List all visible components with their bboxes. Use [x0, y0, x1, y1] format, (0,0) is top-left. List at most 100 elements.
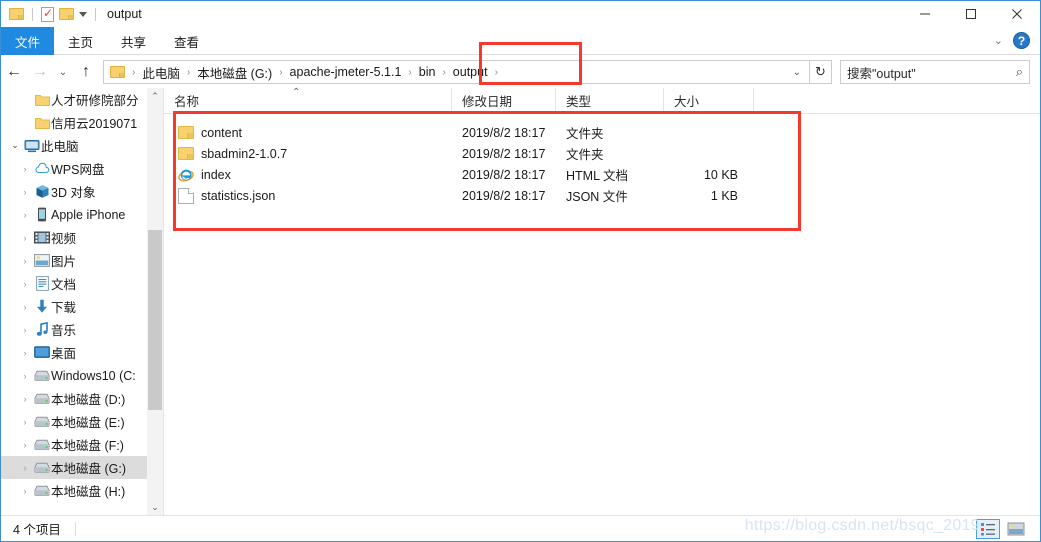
- download-icon: [33, 299, 51, 314]
- cell-type: JSON 文件: [566, 190, 628, 204]
- sidebar-item-label: 此电脑: [41, 140, 79, 154]
- video-icon: [33, 231, 51, 244]
- new-folder-icon[interactable]: [59, 8, 74, 20]
- breadcrumb-item-drive-g[interactable]: 本地磁盘 (G:): [194, 63, 275, 82]
- breadcrumb-item-output[interactable]: output: [450, 65, 491, 79]
- breadcrumb[interactable]: › 此电脑 › 本地磁盘 (G:) › apache-jmeter-5.1.1 …: [103, 60, 810, 84]
- large-icons-view-icon[interactable]: [1004, 519, 1028, 539]
- sidebar-item-7[interactable]: › 图片: [1, 249, 163, 272]
- help-icon[interactable]: ?: [1013, 32, 1030, 49]
- sidebar-item-8[interactable]: › 文档: [1, 272, 163, 295]
- recent-locations-button[interactable]: ⌄: [53, 57, 73, 87]
- drive-icon: [33, 485, 51, 496]
- folder-icon[interactable]: [9, 8, 24, 20]
- sidebar-item-1[interactable]: 信用云2019071: [1, 111, 163, 134]
- scroll-up-icon[interactable]: ⌃: [147, 88, 163, 104]
- cell-date: 2019/8/2 18:17: [462, 125, 546, 140]
- minimize-button[interactable]: [902, 1, 948, 27]
- table-row[interactable]: index 2019/8/2 18:17 HTML 文档 10 KB: [164, 164, 1040, 185]
- tab-file[interactable]: 文件: [1, 27, 55, 55]
- collapse-chevron-icon[interactable]: ⌄: [7, 140, 23, 151]
- expand-chevron-icon[interactable]: ›: [17, 394, 33, 404]
- sidebar-item-5[interactable]: › Apple iPhone: [1, 203, 163, 226]
- expand-chevron-icon[interactable]: ›: [17, 348, 33, 358]
- sidebar-item-3[interactable]: › WPS网盘: [1, 157, 163, 180]
- refresh-button[interactable]: ↻: [810, 60, 832, 84]
- sidebar-item-label: 本地磁盘 (D:): [51, 393, 126, 407]
- window-title: output: [107, 7, 142, 21]
- sidebar-item-0[interactable]: 人才研修院部分: [1, 88, 163, 111]
- title-bar: output: [1, 1, 1040, 27]
- breadcrumb-dropdown-icon[interactable]: ⌄: [793, 67, 805, 78]
- forward-button[interactable]: →: [27, 57, 53, 87]
- column-header-size[interactable]: 大小: [664, 87, 754, 114]
- quick-access-toolbar: [1, 1, 99, 27]
- tab-home[interactable]: 主页: [54, 27, 107, 55]
- sidebar-scrollbar[interactable]: ⌃ ⌄: [147, 88, 163, 515]
- tab-view[interactable]: 查看: [160, 27, 213, 55]
- sidebar-item-17[interactable]: › 本地磁盘 (H:): [1, 479, 163, 502]
- maximize-button[interactable]: [948, 1, 994, 27]
- breadcrumb-folder-icon: [110, 66, 125, 78]
- close-button[interactable]: [994, 1, 1040, 27]
- expand-chevron-icon[interactable]: ›: [17, 463, 33, 473]
- sidebar-item-14[interactable]: › 本地磁盘 (E:): [1, 410, 163, 433]
- sidebar-item-9[interactable]: › 下载: [1, 295, 163, 318]
- expand-chevron-icon[interactable]: ›: [17, 440, 33, 450]
- sidebar-item-11[interactable]: › 桌面: [1, 341, 163, 364]
- up-button[interactable]: ↑: [73, 57, 99, 87]
- expand-chevron-icon[interactable]: ›: [17, 486, 33, 496]
- folder-icon: [33, 93, 51, 106]
- column-header-date[interactable]: 修改日期: [452, 87, 556, 114]
- status-divider: [74, 521, 76, 536]
- expand-chevron-icon[interactable]: ›: [17, 302, 33, 312]
- column-header-type[interactable]: 类型: [556, 87, 664, 114]
- sidebar-item-label: 下载: [51, 301, 77, 315]
- search-input[interactable]: 搜索"output" ⌕: [840, 60, 1030, 84]
- customize-caret-icon[interactable]: [79, 11, 87, 17]
- expand-chevron-icon[interactable]: ›: [17, 256, 33, 266]
- sidebar-item-15[interactable]: › 本地磁盘 (F:): [1, 433, 163, 456]
- sidebar-item-13[interactable]: › 本地磁盘 (D:): [1, 387, 163, 410]
- file-name-label: index: [201, 167, 231, 182]
- expand-chevron-icon[interactable]: ›: [17, 325, 33, 335]
- breadcrumb-separator: ›: [442, 66, 446, 78]
- chevron-down-icon[interactable]: ⌄: [994, 34, 1003, 47]
- view-buttons: [976, 518, 1040, 539]
- expand-chevron-icon[interactable]: ›: [17, 210, 33, 220]
- sidebar-item-label: Windows10 (C:: [51, 368, 136, 383]
- drive-icon: [33, 370, 51, 381]
- breadcrumb-separator: ›: [186, 66, 191, 78]
- breadcrumb-item-bin[interactable]: bin: [416, 65, 439, 79]
- expand-chevron-icon[interactable]: ›: [17, 233, 33, 243]
- expand-chevron-icon[interactable]: ›: [17, 371, 33, 381]
- expand-chevron-icon[interactable]: ›: [17, 417, 33, 427]
- breadcrumb-item-jmeter[interactable]: apache-jmeter-5.1.1: [287, 65, 405, 79]
- scrollbar-thumb[interactable]: [148, 230, 162, 410]
- table-row[interactable]: sbadmin2-1.0.7 2019/8/2 18:17 文件夹: [164, 143, 1040, 164]
- main-area: 人才研修院部分 信用云2019071 ⌄ 此电脑 › WPS网盘 › 3D 对象 › Apple …: [1, 87, 1040, 515]
- sidebar-item-4[interactable]: › 3D 对象: [1, 180, 163, 203]
- breadcrumb-item-this-pc[interactable]: 此电脑: [139, 63, 183, 82]
- sidebar-item-2[interactable]: ⌄ 此电脑: [1, 134, 163, 157]
- sidebar-item-6[interactable]: › 视频: [1, 226, 163, 249]
- tab-share[interactable]: 共享: [107, 27, 160, 55]
- music-icon: [33, 322, 51, 337]
- sidebar-item-10[interactable]: › 音乐: [1, 318, 163, 341]
- expand-chevron-icon[interactable]: ›: [17, 164, 33, 174]
- scroll-down-icon[interactable]: ⌄: [147, 499, 163, 515]
- back-button[interactable]: ←: [1, 57, 27, 87]
- properties-icon[interactable]: [41, 6, 54, 22]
- column-header-name[interactable]: 名称 ⌃: [164, 87, 452, 114]
- expand-chevron-icon[interactable]: ›: [17, 279, 33, 289]
- table-row[interactable]: statistics.json 2019/8/2 18:17 JSON 文件 1 KB: [164, 185, 1040, 206]
- sidebar-item-16[interactable]: › 本地磁盘 (G:): [1, 456, 163, 479]
- cell-type: HTML 文档: [566, 169, 629, 183]
- sidebar-item-label: 本地磁盘 (E:): [51, 416, 125, 430]
- cell-name: statistics.json: [164, 185, 452, 206]
- sidebar-item-12[interactable]: › Windows10 (C:: [1, 364, 163, 387]
- expand-chevron-icon[interactable]: ›: [17, 187, 33, 197]
- column-headers: 名称 ⌃ 修改日期 类型 大小: [164, 87, 1040, 114]
- cell-name: sbadmin2-1.0.7: [164, 143, 452, 164]
- table-row[interactable]: content 2019/8/2 18:17 文件夹: [164, 122, 1040, 143]
